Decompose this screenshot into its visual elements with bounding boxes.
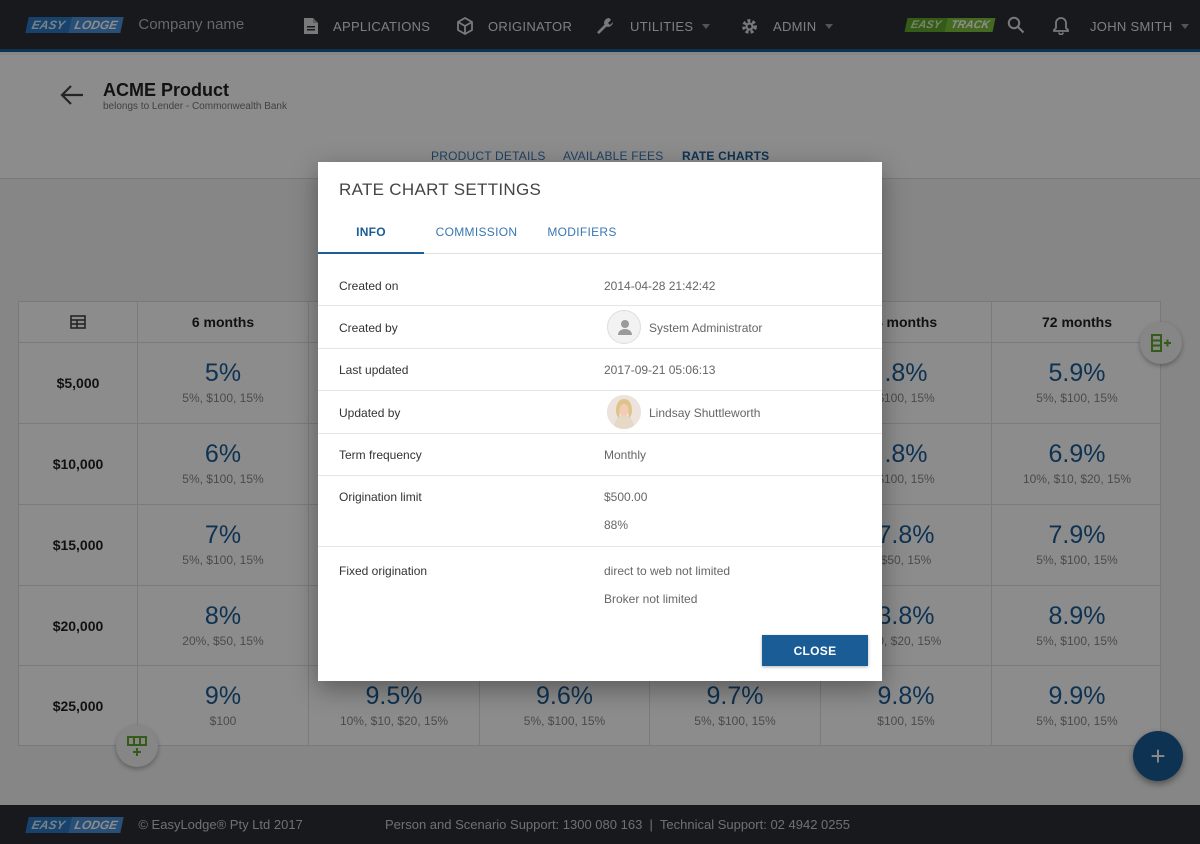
info-row-fixed-origination: Fixed origination direct to web not limi… xyxy=(339,564,731,606)
rate-chart-settings-dialog: RATE CHART SETTINGS INFO COMMISSION MODI… xyxy=(318,162,882,681)
info-row-created-on: Created on 2014-04-28 21:42:42 xyxy=(318,264,882,306)
info-row-origination-limit: Origination limit $500.00 88% xyxy=(318,476,882,547)
user-photo xyxy=(607,395,641,429)
info-row-updated-by: Updated by Lindsay Shuttleworth xyxy=(318,391,882,434)
avatar xyxy=(607,395,641,429)
close-button[interactable]: CLOSE xyxy=(762,635,868,666)
tab-info[interactable]: INFO xyxy=(318,212,424,254)
dialog-tabs: INFO COMMISSION MODIFIERS xyxy=(318,212,882,254)
info-row-created-by: System Administrator xyxy=(318,306,882,349)
person-icon xyxy=(618,320,632,335)
info-row-term-frequency: Term frequency Monthly xyxy=(318,434,882,476)
tab-modifiers[interactable]: MODIFIERS xyxy=(535,212,629,254)
info-row-last-updated: Last updated 2017-09-21 05:06:13 xyxy=(318,349,882,391)
tab-commission[interactable]: COMMISSION xyxy=(424,212,529,254)
dialog-title: RATE CHART SETTINGS xyxy=(339,180,542,199)
avatar xyxy=(607,310,641,344)
